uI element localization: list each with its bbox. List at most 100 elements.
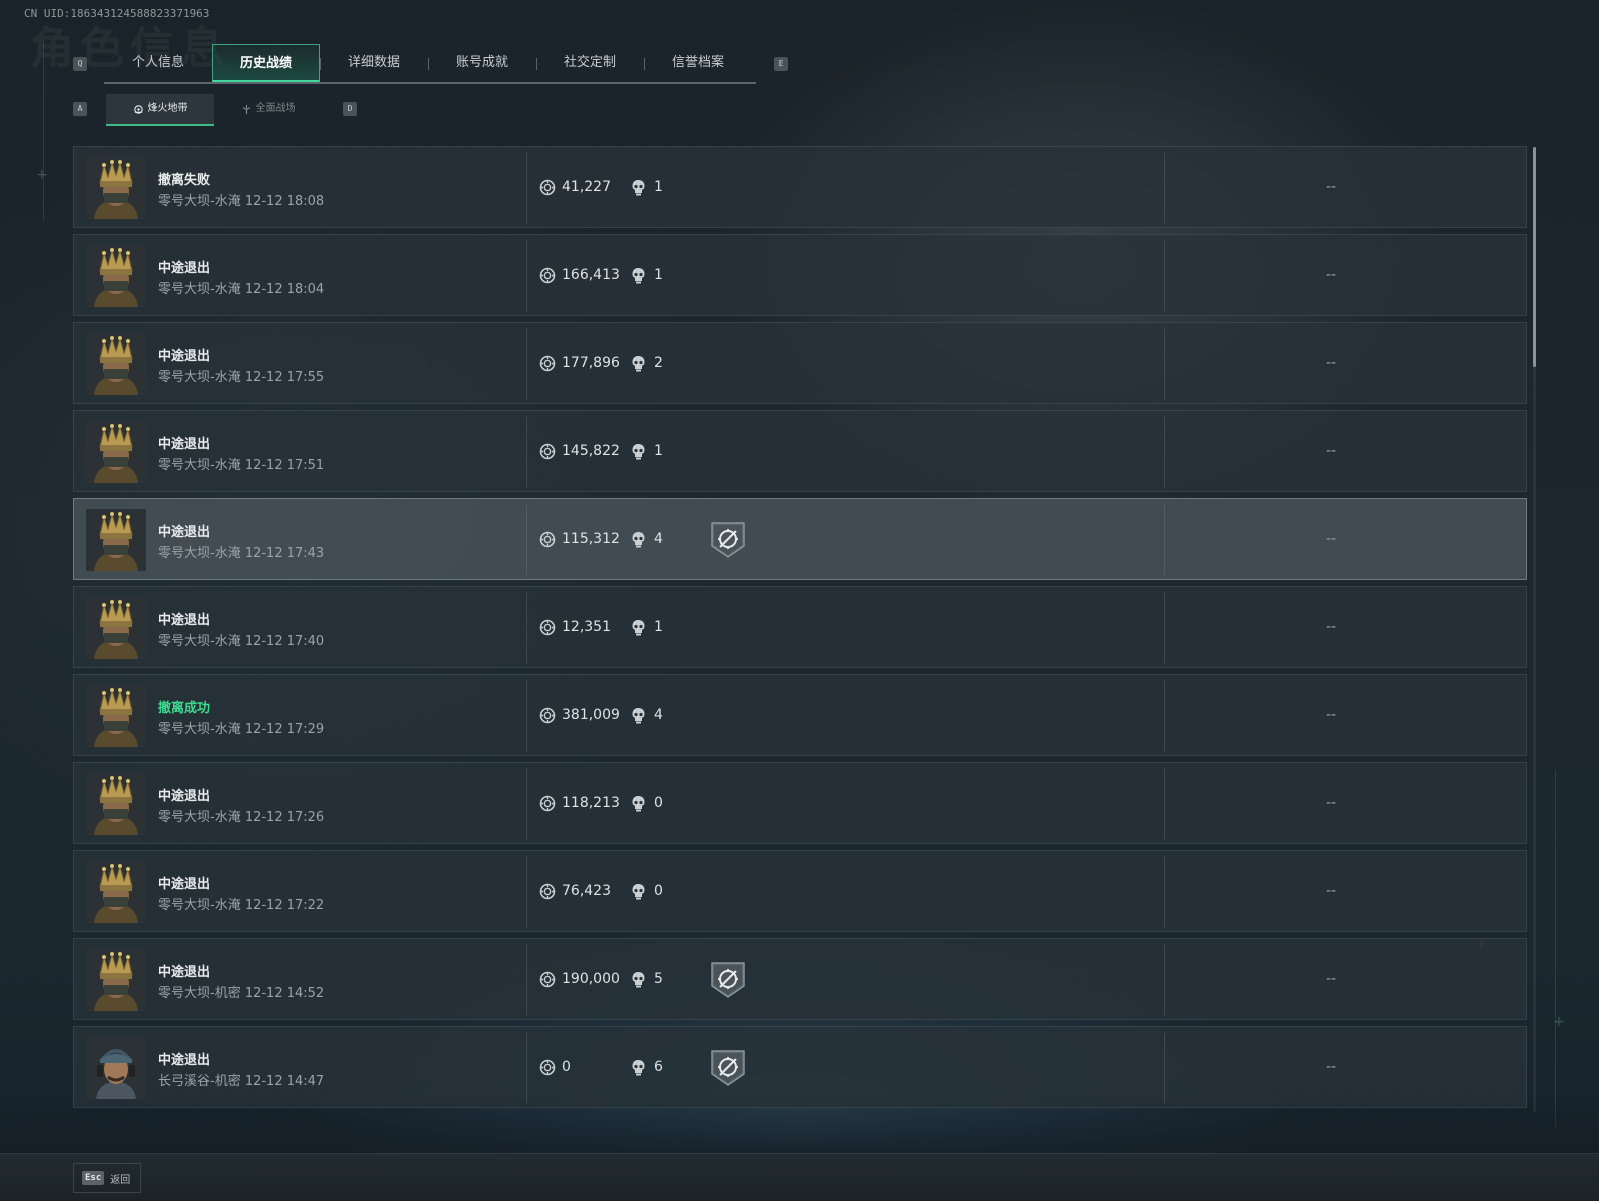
- row-divider: [526, 329, 527, 399]
- row-divider: [1164, 1033, 1165, 1103]
- kill-count: 0: [654, 883, 663, 899]
- match-value: 115,312: [562, 531, 620, 547]
- match-history-list[interactable]: 撤离失败 零号大坝-水淹 12-12 18:08 41,227 1 -- 中途退出 零号大坝…: [73, 146, 1527, 1112]
- kill-icon: [631, 971, 646, 988]
- value-icon: [539, 795, 556, 812]
- back-button[interactable]: Esc 返回: [73, 1163, 141, 1193]
- value-icon: [539, 883, 556, 900]
- kill-icon: [631, 179, 646, 196]
- fire-zone-icon: [133, 104, 144, 115]
- match-row[interactable]: 中途退出 零号大坝-水淹 12-12 18:04 166,413 1 --: [73, 234, 1527, 316]
- match-extra: --: [1326, 707, 1337, 723]
- operator-avatar: [86, 157, 146, 219]
- match-status: 中途退出: [158, 525, 211, 540]
- match-row[interactable]: 中途退出 长弓溪谷-机密 12-12 14:47 0 6 --: [73, 1026, 1527, 1108]
- subtab-label: 全面战场: [255, 103, 296, 114]
- deco-plus: +: [1553, 1014, 1565, 1030]
- match-row[interactable]: 中途退出 零号大坝-水淹 12-12 17:26 118,213 0 --: [73, 762, 1527, 844]
- value-icon: [539, 179, 556, 196]
- row-divider: [1164, 857, 1165, 927]
- value-icon: [539, 443, 556, 460]
- value-icon: [539, 531, 556, 548]
- row-divider: [1164, 945, 1165, 1015]
- kill-icon: [631, 707, 646, 724]
- uid-label: CN UID:186343124588823371963: [24, 7, 210, 20]
- kill-icon: [631, 795, 646, 812]
- match-row[interactable]: 中途退出 零号大坝-机密 12-12 14:52 190,000 5 --: [73, 938, 1527, 1020]
- match-value: 76,423: [562, 883, 611, 899]
- footer-bar: [0, 1153, 1599, 1201]
- match-extra: --: [1326, 443, 1337, 459]
- match-row[interactable]: 中途退出 零号大坝-水淹 12-12 17:22 76,423 0 --: [73, 850, 1527, 932]
- match-map-time: 零号大坝-水淹 12-12 17:55: [158, 370, 325, 385]
- operator-avatar: [86, 949, 146, 1011]
- match-extra: --: [1326, 883, 1337, 899]
- row-divider: [526, 857, 527, 927]
- deco-plus: +: [36, 167, 48, 183]
- tab-4[interactable]: 社交定制: [536, 44, 644, 82]
- kill-count: 0: [654, 795, 663, 811]
- row-divider: [1164, 769, 1165, 839]
- operator-avatar: [86, 773, 146, 835]
- match-extra: --: [1326, 355, 1337, 371]
- value-icon: [539, 1059, 556, 1076]
- match-row[interactable]: 中途退出 零号大坝-水淹 12-12 17:40 12,351 1 --: [73, 586, 1527, 668]
- match-map-time: 零号大坝-水淹 12-12 17:26: [158, 810, 325, 825]
- match-value: 12,351: [562, 619, 611, 635]
- subtab-0[interactable]: 烽火地带: [106, 94, 214, 126]
- match-extra: --: [1326, 971, 1337, 987]
- kill-count: 6: [654, 1059, 663, 1075]
- row-divider: [526, 505, 527, 575]
- kill-count: 1: [654, 443, 663, 459]
- prev-subtab-key[interactable]: A: [73, 102, 87, 116]
- match-value: 166,413: [562, 267, 620, 283]
- match-value: 118,213: [562, 795, 620, 811]
- row-divider: [1164, 681, 1165, 751]
- tab-3[interactable]: 账号成就: [428, 44, 536, 82]
- main-tabs: 个人信息 历史战绩 详细数据 账号成就 社交定制 信誉档案: [104, 44, 756, 84]
- kill-icon: [631, 443, 646, 460]
- row-divider: [526, 681, 527, 751]
- match-row[interactable]: 中途退出 零号大坝-水淹 12-12 17:43 115,312 4 --: [73, 498, 1527, 580]
- match-map-time: 零号大坝-水淹 12-12 17:40: [158, 634, 325, 649]
- match-status: 中途退出: [158, 789, 211, 804]
- operator-avatar: [86, 333, 146, 395]
- kill-count: 5: [654, 971, 663, 987]
- match-row[interactable]: 中途退出 零号大坝-水淹 12-12 17:55 177,896 2 --: [73, 322, 1527, 404]
- row-divider: [1164, 153, 1165, 223]
- match-map-time: 零号大坝-水淹 12-12 17:51: [158, 458, 325, 473]
- tab-2[interactable]: 详细数据: [320, 44, 428, 82]
- tab-5[interactable]: 信誉档案: [644, 44, 752, 82]
- achievement-badge-icon: [709, 960, 747, 1000]
- list-fade: [0, 1100, 1599, 1156]
- match-extra: --: [1326, 1059, 1337, 1075]
- esc-key: Esc: [82, 1171, 105, 1185]
- next-tab-key[interactable]: E: [774, 57, 788, 71]
- match-value: 0: [562, 1059, 571, 1075]
- match-row[interactable]: 撤离失败 零号大坝-水淹 12-12 18:08 41,227 1 --: [73, 146, 1527, 228]
- match-status: 撤离成功: [158, 701, 211, 716]
- match-row[interactable]: 撤离成功 零号大坝-水淹 12-12 17:29 381,009 4 --: [73, 674, 1527, 756]
- tab-1[interactable]: 历史战绩: [212, 44, 320, 82]
- match-row[interactable]: 中途退出 零号大坝-水淹 12-12 17:51 145,822 1 --: [73, 410, 1527, 492]
- value-icon: [539, 355, 556, 372]
- row-divider: [526, 945, 527, 1015]
- row-divider: [1164, 593, 1165, 663]
- prev-tab-key[interactable]: Q: [73, 57, 87, 71]
- operator-avatar: [86, 597, 146, 659]
- row-divider: [526, 593, 527, 663]
- kill-count: 1: [654, 179, 663, 195]
- subtab-1[interactable]: 全面战场: [214, 94, 322, 124]
- value-icon: [539, 267, 556, 284]
- kill-icon: [631, 531, 646, 548]
- match-status: 中途退出: [158, 349, 211, 364]
- back-label: 返回: [110, 1174, 131, 1186]
- next-subtab-key[interactable]: D: [343, 102, 357, 116]
- match-map-time: 零号大坝-水淹 12-12 17:22: [158, 898, 325, 913]
- match-map-time: 零号大坝-水淹 12-12 17:29: [158, 722, 325, 737]
- row-divider: [526, 769, 527, 839]
- kill-count: 4: [654, 707, 663, 723]
- scrollbar-thumb[interactable]: [1533, 147, 1536, 367]
- match-map-time: 零号大坝-机密 12-12 14:52: [158, 986, 325, 1001]
- tab-0[interactable]: 个人信息: [104, 44, 212, 82]
